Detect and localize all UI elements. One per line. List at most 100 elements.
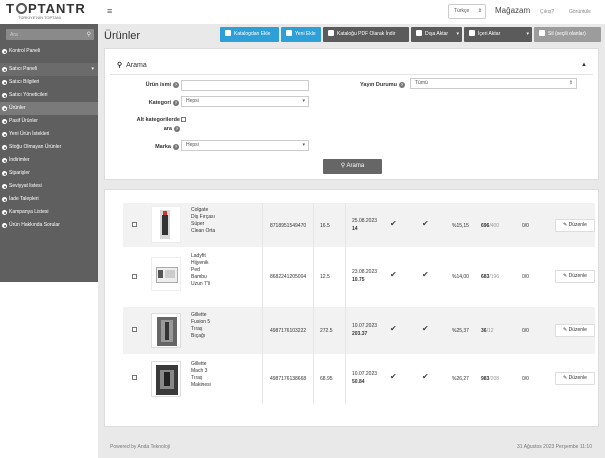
bullet-icon [2, 145, 7, 150]
ratio: 0/0 [522, 328, 529, 334]
product-name[interactable]: Ladyfit Hijyenik Ped Bambu Uzun 7'li [191, 253, 227, 288]
price: 16.5 [320, 223, 330, 229]
view-link[interactable]: Görüntüle [569, 9, 591, 15]
delete-selected-button[interactable]: Sil (seçili olanlar) [534, 27, 601, 42]
product-image[interactable] [151, 257, 181, 291]
export-button[interactable]: Dışa Aktar ▾ [411, 27, 462, 42]
row-checkbox[interactable] [132, 327, 137, 332]
chevron-down-icon: ▾ [302, 142, 305, 148]
plus-icon [225, 30, 231, 36]
edit-button[interactable]: ✎ Düzenle [555, 270, 595, 283]
sidebar-item-discounts[interactable]: İndirimler [0, 154, 98, 167]
subcategory-checkbox[interactable] [181, 117, 186, 122]
logo-ring-icon [15, 3, 27, 14]
category-select[interactable]: Hepsi ▾ [181, 96, 309, 107]
barcode: 8718951549470 [270, 223, 307, 229]
check-icon: ✔ [390, 324, 397, 333]
margin: %26,27 [452, 376, 469, 382]
price: 68.95 [320, 376, 333, 382]
sidebar-item-seller-panel[interactable]: Satıcı Paneli ▾ [0, 63, 98, 76]
logout-link[interactable]: Çıkış? [540, 9, 554, 15]
help-icon[interactable]: ? [399, 82, 405, 88]
plus-icon [286, 30, 292, 36]
sidebar-item-returns[interactable]: İade Talepleri [0, 193, 98, 206]
date: 23.08.2023 [352, 269, 378, 275]
help-icon[interactable]: ? [173, 144, 179, 150]
page-title: Ürünler [104, 30, 141, 42]
chevron-down-icon: ▾ [91, 66, 94, 72]
publish-status-select[interactable]: Tümü ⇕ [410, 78, 577, 89]
add-new-button[interactable]: Yeni Ekle [281, 27, 321, 42]
footer-datetime: 31 Ağustos 2023 Perşembe 11:10 [517, 444, 592, 450]
store-link[interactable]: Mağazam [495, 6, 530, 15]
search-button[interactable]: ⚲ Arama [323, 159, 382, 174]
margin: %14,00 [452, 274, 469, 280]
bullet-icon [2, 106, 7, 111]
table-row: Ladyfit Hijyenik Ped Bambu Uzun 7'li 8682241… [123, 247, 595, 307]
row-checkbox[interactable] [132, 375, 137, 380]
sidebar-item-products[interactable]: Ürünler [0, 102, 98, 115]
bullet-icon [2, 49, 7, 54]
chevron-down-icon: ⇕ [477, 8, 482, 14]
product-name-input[interactable] [181, 80, 309, 91]
sidebar-item-campaigns[interactable]: Kampanya Listesi [0, 206, 98, 219]
bullet-icon [2, 80, 7, 85]
chevron-down-icon: ▾ [302, 98, 305, 104]
product-name[interactable]: Gillette Fusion 5 Tıraş Bıçağı [191, 312, 227, 340]
brand-select[interactable]: Hepsi ▾ [181, 140, 309, 151]
sidebar-item-dashboard[interactable]: Kontrol Paneli [0, 45, 98, 58]
sidebar-menu: ⚲ Kontrol Paneli Satıcı Paneli▾ Satıcı B… [0, 24, 98, 282]
language-select[interactable]: Türkçe ⇕ [448, 4, 486, 19]
edit-button[interactable]: ✎ Düzenle [555, 372, 595, 385]
row-checkbox[interactable] [132, 222, 137, 227]
row-checkbox[interactable] [132, 274, 137, 279]
bullet-icon [2, 132, 7, 137]
barcode: 8682241205004 [270, 274, 307, 280]
edit-button[interactable]: ✎ Düzenle [555, 324, 595, 337]
add-from-catalog-button[interactable]: Katalogdan Ekle [220, 27, 279, 42]
sidebar-item-new-product-requests[interactable]: Yeni Ürün İstekleri [0, 128, 98, 141]
table-row: Gillette Fusion 5 Tıraş Bıçağı 498717610322… [123, 307, 595, 354]
edit-button[interactable]: ✎ Düzenle [555, 219, 595, 232]
catalog-pdf-button[interactable]: Kataloğu PDF Olarak İndir [323, 27, 409, 42]
sidebar-item-seller-managers[interactable]: Satıcı Yöneticileri [0, 89, 98, 102]
product-image[interactable] [151, 361, 181, 397]
sidebar-search-input[interactable] [6, 29, 84, 40]
search-icon[interactable]: ⚲ [87, 31, 91, 38]
barcode: 4987176103222 [270, 328, 307, 334]
chevron-down-icon: ▾ [526, 31, 529, 37]
check-icon: ✔ [422, 270, 429, 279]
collapse-icon[interactable]: ▲ [581, 62, 587, 68]
sidebar-item-product-questions[interactable]: Ürün Hakkında Sorular [0, 219, 98, 232]
date-sub: 14 [352, 226, 358, 232]
sidebar-item-orders[interactable]: Siparişler [0, 167, 98, 180]
help-icon[interactable]: ? [174, 126, 180, 132]
search-panel: ⚲ Arama ▲ Ürün ismi? Kategori? Hepsi ▾ Alt… [104, 48, 599, 180]
table-row: Colgate Diş Fırçası Süper Clean Orta 871895… [123, 203, 595, 247]
product-image[interactable] [151, 206, 181, 243]
import-button[interactable]: İçeri Aktar ▾ [464, 27, 532, 42]
sidebar-item-shipping-list[interactable]: Seviyyat listesi [0, 180, 98, 193]
check-icon: ✔ [390, 270, 397, 279]
ratio: 0/0 [522, 223, 529, 229]
product-name[interactable]: Gillette Mach 3 Tıraş Makinesi [191, 361, 227, 389]
sidebar-item-out-of-stock[interactable]: Stoğu Olmayan Ürünler [0, 141, 98, 154]
check-icon: ✔ [390, 372, 397, 381]
bullet-icon [2, 223, 7, 228]
help-icon[interactable]: ? [173, 82, 179, 88]
stock: 696/400 [481, 223, 500, 229]
bullet-icon [2, 197, 7, 202]
product-image[interactable] [151, 313, 181, 348]
sidebar-item-passive-products[interactable]: Pasif Ürünler [0, 115, 98, 128]
sidebar-search: ⚲ [6, 29, 94, 40]
help-icon[interactable]: ? [173, 100, 179, 106]
menu-toggle-icon[interactable]: ≡ [107, 6, 112, 16]
bullet-icon [2, 171, 7, 176]
sidebar-item-seller-info[interactable]: Satıcı Bilgileri [0, 76, 98, 89]
ratio: 0/0 [522, 376, 529, 382]
check-icon: ✔ [422, 219, 429, 228]
product-name[interactable]: Colgate Diş Fırçası Süper Clean Orta [191, 207, 227, 235]
logo[interactable]: T PTANTR TÜRKİYE'NİN TOPTANI [0, 0, 98, 24]
bullet-icon [2, 93, 7, 98]
chevron-down-icon: ⇕ [568, 80, 573, 86]
